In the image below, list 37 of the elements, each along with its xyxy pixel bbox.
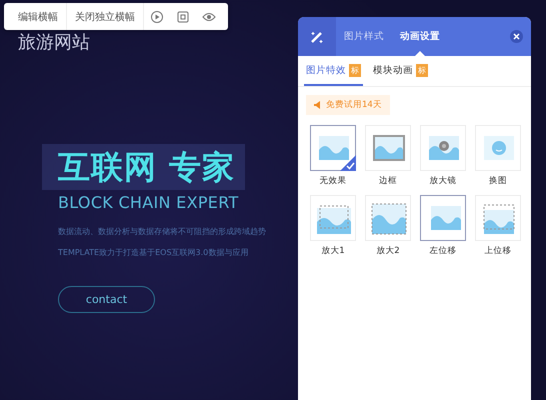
toolbar-button[interactable]: 关闭独立横幅: [67, 3, 144, 30]
trial-text: 免费试用14天: [326, 99, 382, 111]
contact-button[interactable]: contact: [58, 286, 155, 313]
check-icon: [340, 155, 356, 171]
effect-option[interactable]: 边框: [365, 125, 411, 187]
close-button[interactable]: [510, 30, 523, 43]
effect-label: 左位移: [430, 245, 456, 257]
effect-label: 上位移: [484, 245, 512, 257]
toolbar-button[interactable]: 编辑横幅: [10, 3, 67, 30]
effect-option[interactable]: 无效果: [310, 125, 356, 187]
badge: 标: [349, 64, 361, 77]
play-icon: [150, 10, 164, 24]
effect-option[interactable]: 左位移: [420, 195, 466, 257]
site-title: 旅游网站: [18, 32, 90, 54]
magic-wand-icon: [310, 30, 324, 44]
effect-option[interactable]: 放大2: [365, 195, 411, 257]
effect-option[interactable]: 放大1: [310, 195, 356, 257]
speaker-icon: [314, 101, 322, 109]
panel-tab[interactable]: 动画设置: [392, 17, 448, 56]
hero-text: TEMPLATE致力于打造基于EOS互联网3.0数据与应用: [58, 247, 248, 258]
hero-text: 数据流动、数据分析与数据存储将不可阻挡的形成跨域趋势: [58, 226, 266, 237]
effect-label: 换图: [489, 175, 507, 187]
close-icon: [513, 33, 520, 40]
effect-label: 边框: [379, 175, 397, 187]
badge: 标: [416, 64, 428, 77]
hero-subtitle: BLOCK CHAIN EXPERT: [58, 193, 239, 212]
effect-label: 放大2: [376, 245, 400, 257]
effect-tab[interactable]: 模块动画 标: [371, 56, 430, 86]
effect-option[interactable]: 放大镜: [420, 125, 466, 187]
hero-headline: 互联网 专家: [42, 144, 246, 190]
frame-icon: [176, 10, 190, 24]
effect-option[interactable]: 上位移: [475, 195, 521, 257]
effect-label: 无效果: [320, 175, 346, 187]
effect-option[interactable]: 换图: [475, 125, 521, 187]
effect-label: 放大1: [321, 245, 345, 257]
effect-tab[interactable]: 图片特效 标: [304, 56, 363, 86]
effect-label: 放大镜: [430, 175, 456, 187]
